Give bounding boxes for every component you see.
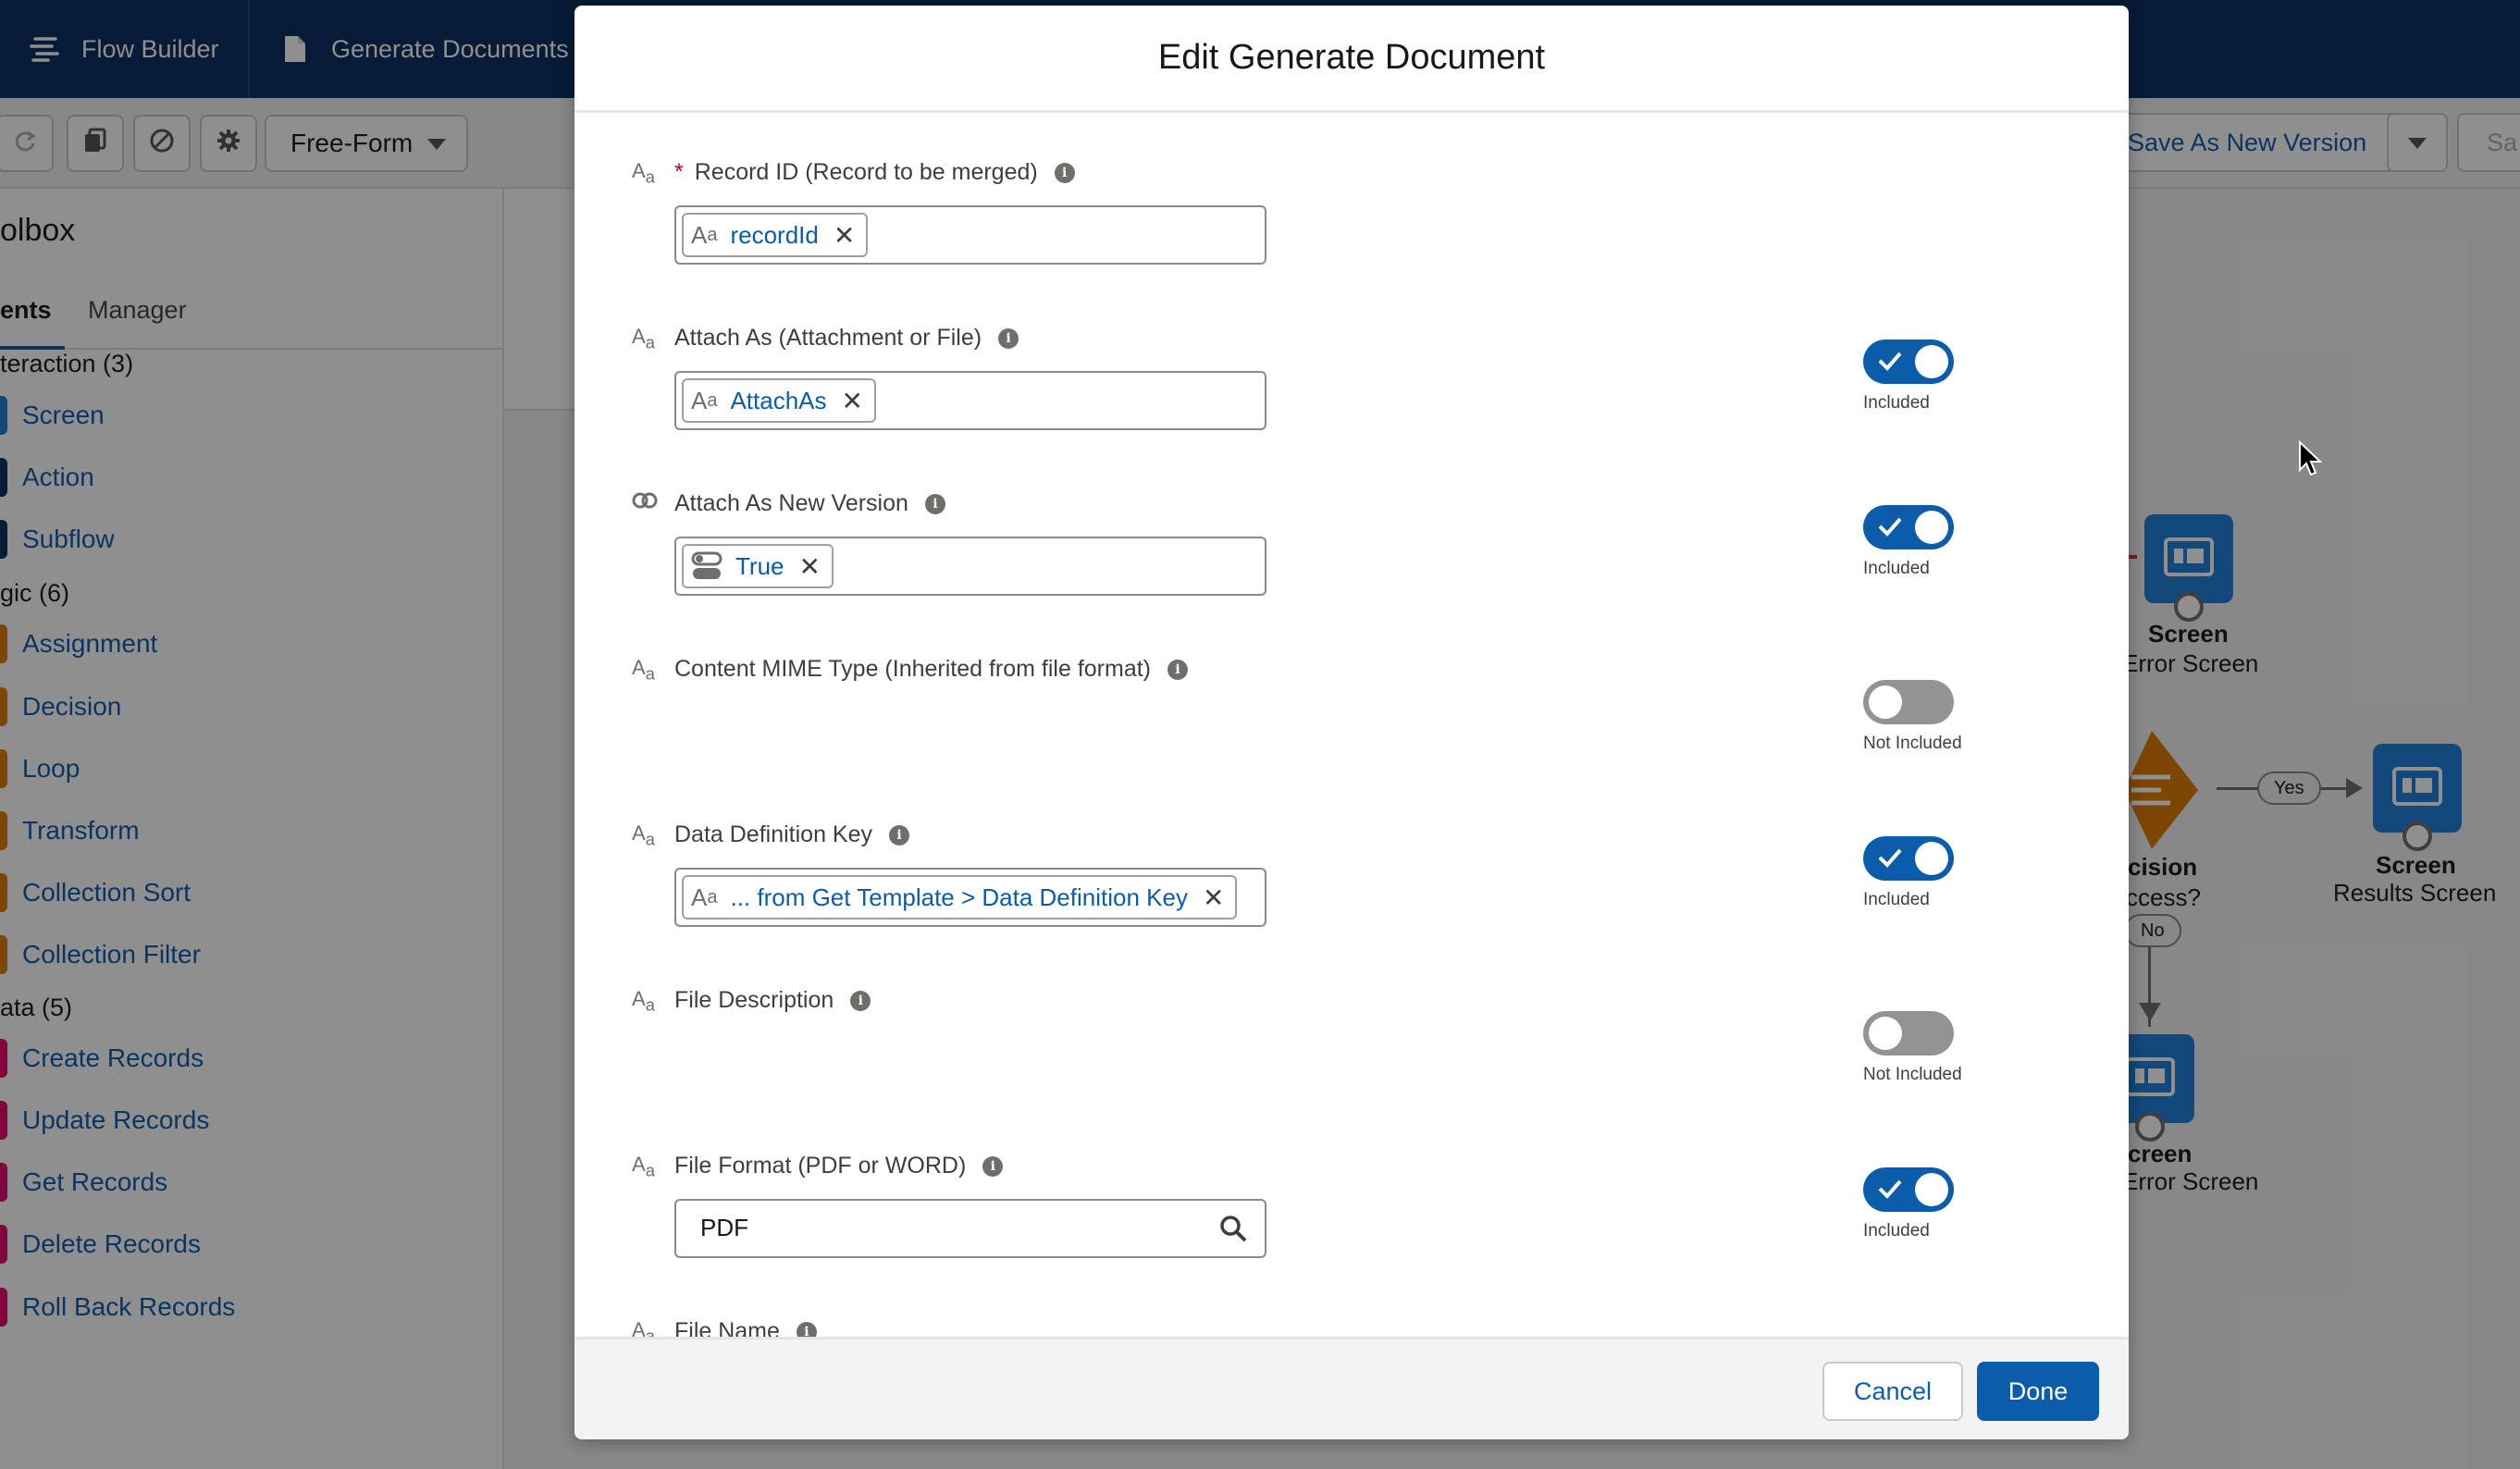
field-label: * Record ID (Record to be merged) i (674, 159, 1075, 186)
mouse-cursor-icon (2298, 439, 2323, 482)
field-label: File Description i (674, 987, 871, 1014)
info-icon[interactable]: i (998, 327, 1019, 349)
text-type-icon: Aa (632, 1318, 655, 1337)
modal-header: Edit Generate Document (574, 6, 2129, 113)
text-type-icon: Aa (691, 220, 718, 249)
check-icon (1878, 516, 1902, 541)
cancel-label: Cancel (1853, 1376, 1933, 1405)
data-definition-key-input[interactable]: Aa ... from Get Template > Data Definiti… (674, 868, 1266, 927)
toggle-knob (1915, 842, 1948, 875)
text-type-icon: Aa (632, 987, 655, 1015)
field-label: File Format (PDF or WORD) i (674, 1153, 1004, 1179)
field-label-text: File Format (PDF or WORD) (674, 1153, 967, 1179)
toggle-knob (1915, 511, 1948, 544)
close-icon[interactable]: ✕ (799, 551, 821, 582)
field-row-file-name: Aa File Name i (574, 1298, 2129, 1337)
record-id-input[interactable]: Aa recordId ✕ (674, 205, 1266, 265)
value-pill-text: recordId (730, 220, 819, 249)
done-button[interactable]: Done (1977, 1362, 2099, 1421)
close-icon[interactable]: ✕ (1203, 883, 1224, 913)
field-row-file-description: Aa File Description i Not Included (574, 967, 2129, 1132)
include-toggle[interactable] (1863, 505, 1954, 549)
text-type-icon: Aa (691, 883, 718, 911)
file-format-input[interactable]: PDF (674, 1199, 1266, 1258)
text-type-icon: Aa (632, 656, 655, 684)
text-type-icon: Aa (691, 386, 718, 414)
toggle-status: Included (1863, 559, 1930, 578)
field-label-text: File Name (674, 1318, 780, 1337)
text-type-icon: Aa (632, 325, 655, 352)
close-icon[interactable]: ✕ (842, 386, 863, 416)
value-pill-text: ... from Get Template > Data Definition … (730, 883, 1188, 911)
field-row-file-format: Aa File Format (PDF or WORD) i PDF Inclu… (574, 1132, 2129, 1298)
value-pill[interactable]: Aa ... from Get Template > Data Definiti… (682, 875, 1238, 920)
field-label: File Name i (674, 1318, 817, 1337)
field-row-attach-as: Aa Attach As (Attachment or File) i Aa A… (574, 304, 2129, 470)
value-pill[interactable]: True ✕ (682, 544, 834, 588)
check-icon (1878, 351, 1902, 376)
field-row-data-definition-key: Aa Data Definition Key i Aa ... from Get… (574, 801, 2129, 967)
field-row-record-id: Aa * Record ID (Record to be merged) i A… (574, 139, 2129, 304)
field-row-content-mime-type: Aa Content MIME Type (Inherited from fil… (574, 636, 2129, 801)
include-toggle[interactable] (1863, 339, 1954, 384)
info-icon[interactable]: i (796, 1321, 817, 1337)
toggle-status: Included (1863, 393, 1930, 413)
include-toggle[interactable] (1863, 836, 1954, 881)
modal-body[interactable]: Aa * Record ID (Record to be merged) i A… (574, 116, 2129, 1337)
field-label-text: File Description (674, 987, 834, 1013)
toggle-status: Included (1863, 1221, 1930, 1241)
file-format-value: PDF (700, 1214, 748, 1241)
attach-as-new-version-input[interactable]: True ✕ (674, 537, 1266, 596)
check-icon (1878, 1179, 1902, 1204)
toggle-status: Included (1863, 890, 1930, 909)
field-row-attach-as-new-version: Attach As New Version i True ✕ Included (574, 470, 2129, 636)
modal-footer: Cancel Done (574, 1337, 2129, 1439)
text-type-icon: Aa (632, 821, 655, 849)
info-icon[interactable]: i (1167, 659, 1189, 680)
field-label: Attach As New Version i (674, 490, 945, 517)
info-icon[interactable]: i (889, 824, 910, 846)
text-type-icon: Aa (632, 1153, 655, 1180)
check-icon (1878, 847, 1902, 872)
field-label-text: Attach As (Attachment or File) (674, 325, 982, 351)
field-label-text: Record ID (Record to be merged) (694, 159, 1038, 185)
toggle-knob (1869, 1017, 1902, 1050)
include-toggle[interactable] (1863, 680, 1954, 724)
edit-generate-document-modal: Edit Generate Document Aa * Record ID (R… (574, 6, 2129, 1439)
toggle-status: Not Included (1863, 734, 1962, 753)
search-icon[interactable] (1218, 1214, 1248, 1248)
modal-title: Edit Generate Document (1157, 38, 1546, 77)
field-label-text: Attach As New Version (674, 490, 908, 516)
done-label: Done (2007, 1376, 2069, 1405)
attach-as-input[interactable]: Aa AttachAs ✕ (674, 371, 1266, 430)
close-icon[interactable]: ✕ (834, 220, 855, 251)
field-label-text: Content MIME Type (Inherited from file f… (674, 656, 1152, 682)
text-type-icon: Aa (632, 159, 655, 187)
value-pill-text: True (735, 551, 784, 580)
toggle-knob (1869, 685, 1902, 719)
info-icon[interactable]: i (1054, 162, 1075, 183)
info-icon[interactable]: i (982, 1155, 1004, 1177)
include-toggle[interactable] (1863, 1167, 1954, 1212)
toggle-knob (1915, 1173, 1948, 1206)
toggle-knob (1915, 345, 1948, 378)
value-pill-text: AttachAs (730, 386, 827, 414)
info-icon[interactable]: i (924, 493, 945, 514)
field-label: Data Definition Key i (674, 821, 910, 848)
toggle-type-icon (691, 550, 723, 582)
toggle-status: Not Included (1863, 1065, 1962, 1084)
info-icon[interactable]: i (850, 990, 871, 1011)
value-pill[interactable]: Aa AttachAs ✕ (682, 378, 876, 423)
include-toggle[interactable] (1863, 1011, 1954, 1055)
required-marker: * (674, 159, 684, 185)
value-pill[interactable]: Aa recordId ✕ (682, 213, 869, 257)
cancel-button[interactable]: Cancel (1822, 1362, 1963, 1421)
field-label: Content MIME Type (Inherited from file f… (674, 656, 1189, 683)
boolean-type-icon (632, 490, 663, 514)
field-label-text: Data Definition Key (674, 821, 873, 847)
field-label: Attach As (Attachment or File) i (674, 325, 1019, 352)
